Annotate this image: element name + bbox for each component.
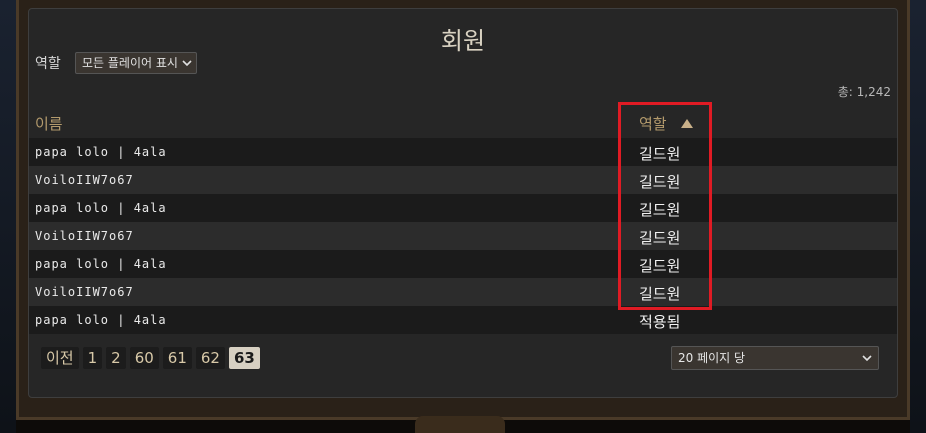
member-role: 길드원: [639, 229, 681, 247]
role-filter-label: 역할: [35, 56, 61, 72]
left-frame-decoration: [0, 0, 16, 433]
page-button[interactable]: 60: [129, 347, 159, 369]
table-row[interactable]: papa lolo | 4ala 길드원: [29, 138, 897, 166]
member-role: 적용됨: [639, 313, 681, 331]
table-row[interactable]: VoiloIIW7o67 길드원: [29, 166, 897, 194]
table-row[interactable]: papa lolo | 4ala 길드원: [29, 194, 897, 222]
member-table: papa lolo | 4ala 길드원 VoiloIIW7o67 길드원 pa…: [29, 138, 897, 334]
member-role: 길드원: [639, 145, 681, 163]
current-page-button[interactable]: 63: [228, 347, 260, 369]
page-button[interactable]: 62: [195, 347, 225, 369]
member-total: 총: 1,242: [837, 85, 891, 99]
member-name: VoiloIIW7o67: [35, 229, 134, 243]
table-header: 이름 역할: [29, 113, 897, 137]
table-row[interactable]: papa lolo | 4ala 적용됨: [29, 306, 897, 334]
role-filter-select[interactable]: 모든 플레이어 표시: [75, 52, 197, 74]
table-row[interactable]: VoiloIIW7o67 길드원: [29, 222, 897, 250]
member-name: VoiloIIW7o67: [35, 173, 134, 187]
member-name: papa lolo | 4ala: [35, 313, 167, 327]
member-role: 길드원: [639, 173, 681, 191]
table-row[interactable]: papa lolo | 4ala 길드원: [29, 250, 897, 278]
right-frame-decoration: [910, 0, 926, 433]
member-name: papa lolo | 4ala: [35, 201, 167, 215]
prev-page-button[interactable]: 이전: [41, 347, 79, 369]
frame-ornament: [415, 416, 505, 433]
role-column-label: 역할: [639, 115, 667, 133]
chevron-down-icon: [182, 60, 192, 67]
per-page-select[interactable]: 20 페이지 당: [671, 346, 879, 370]
page-button[interactable]: 1: [82, 347, 103, 369]
member-role: 길드원: [639, 257, 681, 275]
per-page-value: 20 페이지 당: [678, 351, 746, 365]
role-filter-value: 모든 플레이어 표시: [82, 56, 178, 70]
role-column-header[interactable]: 역할: [639, 113, 693, 134]
sort-ascending-icon: [680, 119, 693, 128]
name-column-header[interactable]: 이름: [35, 113, 63, 134]
page-title: 회원: [440, 27, 486, 55]
page-button[interactable]: 61: [162, 347, 192, 369]
pagination: 이전 1 2 60 61 62 63: [41, 347, 260, 369]
member-name: papa lolo | 4ala: [35, 145, 167, 159]
chevron-down-icon: [862, 355, 872, 362]
member-role: 길드원: [639, 201, 681, 219]
member-name: VoiloIIW7o67: [35, 285, 134, 299]
member-name: papa lolo | 4ala: [35, 257, 167, 271]
member-role: 길드원: [639, 285, 681, 303]
members-panel: 회원 역할 모든 플레이어 표시 총: 1,242 이름 역할 papa lol…: [28, 8, 898, 398]
page-button[interactable]: 2: [106, 347, 126, 369]
table-row[interactable]: VoiloIIW7o67 길드원: [29, 278, 897, 306]
